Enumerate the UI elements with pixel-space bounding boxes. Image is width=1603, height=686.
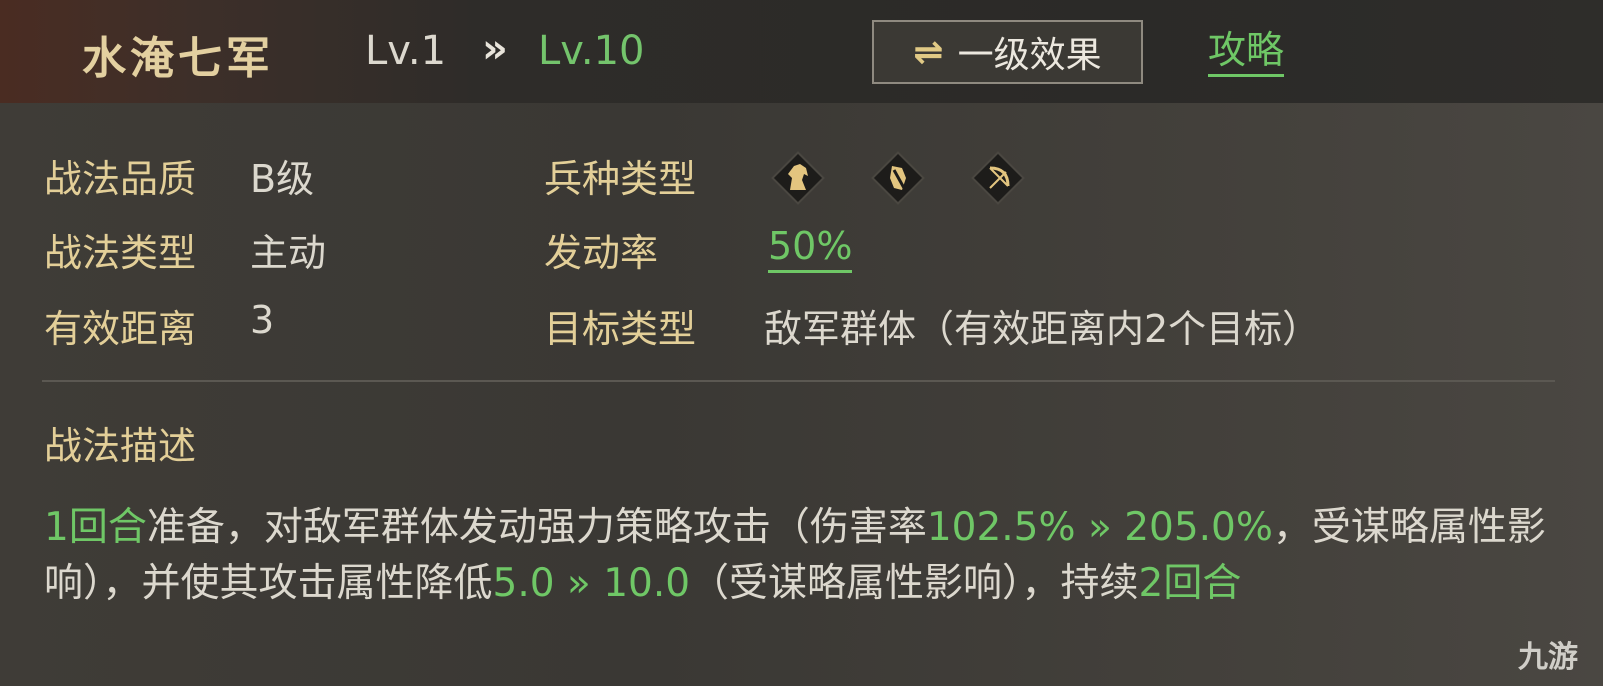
desc-segment: （受谋略属性影响），持续	[690, 561, 1139, 606]
level-effect-button[interactable]: ⇌ 一级效果	[872, 20, 1143, 84]
target-value: 敌军群体（有效距离内2个目标）	[764, 307, 1321, 351]
skill-title: 水淹七军	[82, 33, 274, 84]
archer-bow-icon	[971, 151, 1025, 205]
level-arrow-icon: »	[482, 26, 508, 72]
range-value: 3	[250, 298, 275, 342]
desc-segment: 2回合	[1138, 561, 1242, 606]
level-to: Lv.10	[538, 28, 645, 74]
desc-segment: 准备，对敌军群体发动强力策略攻击（伤害率	[146, 505, 927, 550]
target-label: 目标类型	[544, 307, 697, 351]
guide-link[interactable]: 攻略	[1208, 26, 1285, 77]
description-text: 1回合准备，对敌军群体发动强力策略攻击（伤害率102.5% » 205.0%，受…	[44, 500, 1564, 612]
rate-label: 发动率	[544, 231, 659, 275]
type-value: 主动	[250, 231, 327, 275]
divider	[42, 380, 1555, 382]
desc-segment: 5.0 » 10.0	[492, 561, 691, 606]
type-label: 战法类型	[44, 231, 197, 275]
level-effect-label: 一级效果	[957, 35, 1102, 76]
rate-value[interactable]: 50%	[768, 222, 853, 273]
swap-icon: ⇌	[913, 31, 944, 73]
level-from: Lv.1	[365, 28, 447, 74]
shield-infantry-icon	[871, 151, 925, 205]
quality-label: 战法品质	[44, 157, 197, 201]
troop-label: 兵种类型	[544, 157, 697, 201]
range-label: 有效距离	[44, 307, 197, 351]
description-title: 战法描述	[44, 424, 197, 468]
desc-segment: 102.5% » 205.0%	[926, 505, 1273, 550]
quality-value: B级	[250, 157, 315, 201]
desc-segment: 1回合	[44, 505, 147, 550]
cavalry-horse-icon	[771, 151, 825, 205]
watermark-logo: 九游	[1518, 640, 1578, 675]
header-bar: 水淹七军 Lv.1 » Lv.10 ⇌ 一级效果 攻略	[0, 0, 1603, 103]
